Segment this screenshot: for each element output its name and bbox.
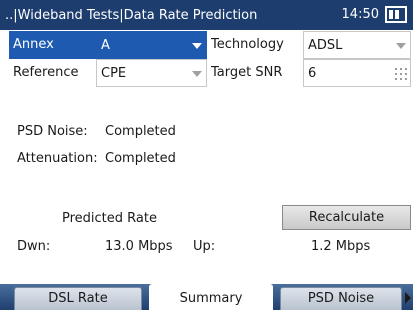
up-label: Up: — [193, 239, 216, 254]
form-row-reference-snr: Reference CPE Target SNR 6 — [9, 59, 411, 87]
tab-psd-noise[interactable]: PSD Noise — [280, 287, 402, 310]
annex-label: Annex — [9, 31, 96, 59]
target-snr-value: 6 — [308, 66, 317, 81]
down-label: Dwn: — [17, 239, 51, 254]
reference-label: Reference — [13, 65, 79, 80]
chevron-down-icon — [396, 43, 406, 49]
attenuation-label: Attenuation: — [17, 151, 98, 166]
psd-noise-status: PSD Noise: Completed — [17, 124, 176, 139]
keypad-icon[interactable] — [395, 68, 407, 80]
reference-select[interactable]: CPE — [96, 59, 207, 87]
attenuation-status: Attenuation: Completed — [17, 151, 176, 166]
technology-label: Technology — [211, 37, 284, 52]
tab-bar: DSL Rate Summary PSD Noise — [0, 284, 413, 310]
down-rate-value: 13.0 Mbps — [105, 239, 173, 254]
psd-noise-label: PSD Noise: — [17, 124, 88, 139]
title-bar: ..|Wideband Tests|Data Rate Prediction 1… — [0, 0, 413, 30]
attenuation-value: Completed — [105, 151, 176, 166]
technology-select[interactable]: ADSL — [303, 31, 411, 59]
predicted-rate-title: Predicted Rate — [62, 211, 157, 226]
breadcrumb: ..|Wideband Tests|Data Rate Prediction — [5, 7, 258, 23]
technology-value: ADSL — [308, 38, 343, 53]
target-snr-label: Target SNR — [211, 65, 283, 80]
up-rate-value: 1.2 Mbps — [311, 239, 371, 254]
tab-summary[interactable]: Summary — [149, 284, 273, 310]
form-row-annex-technology: Annex A Technology ADSL — [9, 31, 411, 59]
chevron-down-icon — [192, 43, 202, 49]
annex-select[interactable]: A — [96, 31, 207, 59]
clock: 14:50 — [341, 7, 379, 22]
annex-value: A — [101, 38, 110, 53]
tab-dsl-rate[interactable]: DSL Rate — [14, 287, 142, 310]
target-snr-input[interactable]: 6 — [303, 59, 411, 87]
chevron-down-icon — [192, 71, 202, 77]
chevron-right-icon[interactable] — [405, 292, 411, 304]
battery-icon — [385, 6, 407, 23]
reference-value: CPE — [101, 66, 127, 81]
recalculate-button[interactable]: Recalculate — [282, 205, 411, 230]
psd-noise-value: Completed — [105, 124, 176, 139]
